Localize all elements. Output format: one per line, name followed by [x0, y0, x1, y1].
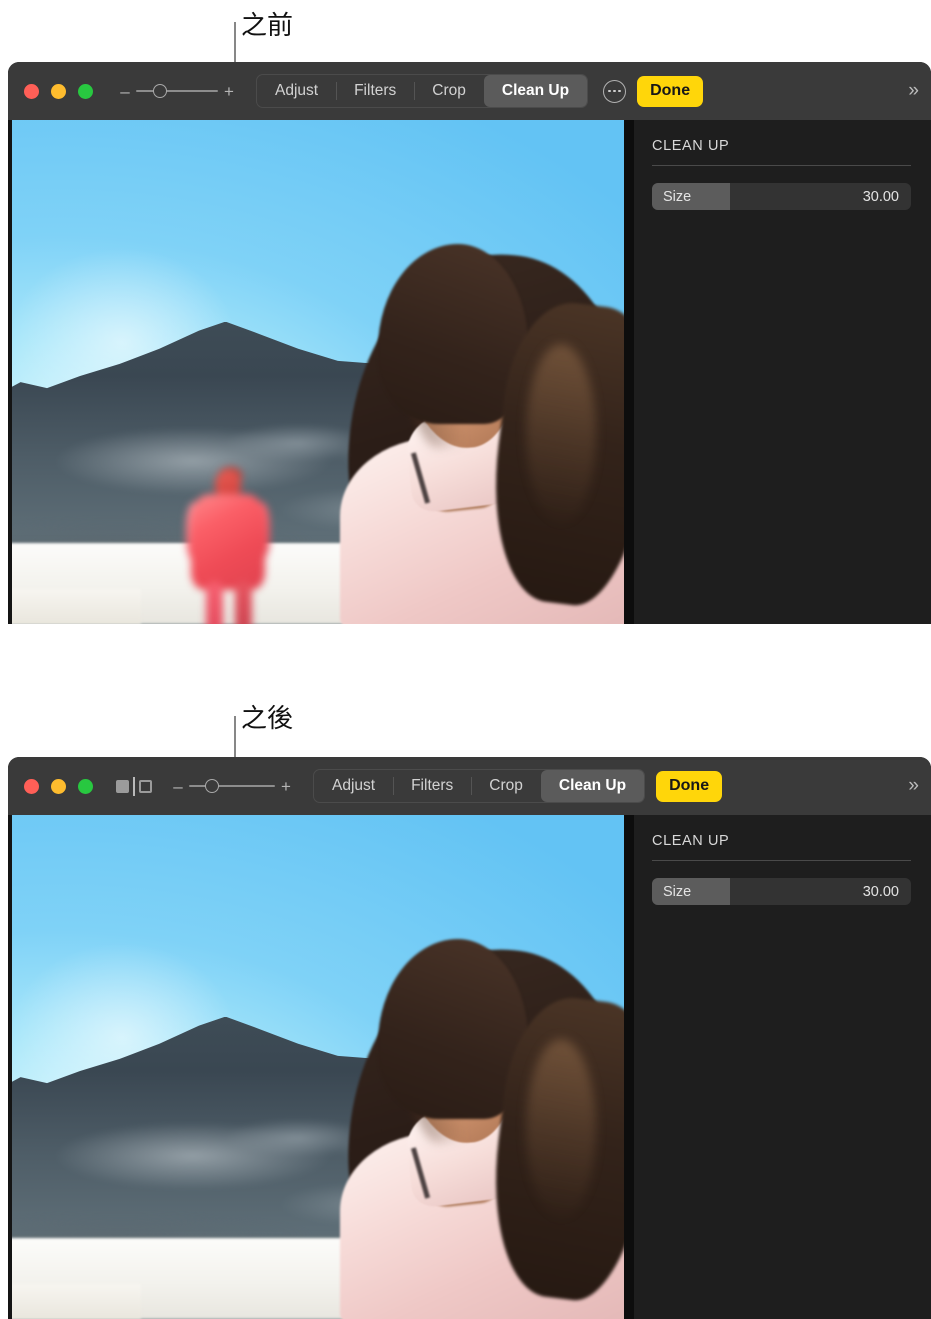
tab-crop[interactable]: Crop [414, 75, 484, 107]
photo-canvas-after[interactable] [8, 815, 624, 1319]
tab-filters[interactable]: Filters [336, 75, 414, 107]
zoom-slider-bar [136, 90, 218, 92]
close-button[interactable] [24, 778, 39, 794]
minimize-button[interactable] [51, 778, 66, 794]
stone-block-left [12, 588, 141, 624]
portrait-subject [330, 244, 624, 624]
callout-label-before: 之前 [241, 11, 294, 41]
canvas-sidebar-divider [624, 815, 634, 1319]
zoom-slider-knob[interactable] [205, 779, 219, 793]
zoom-in-label[interactable]: + [223, 83, 235, 100]
zoom-slider-before[interactable]: – + [119, 83, 235, 100]
zoom-out-label[interactable]: – [172, 778, 184, 795]
tab-adjust[interactable]: Adjust [314, 770, 393, 802]
window-toolbar-after: – + Adjust Filters Crop Clean Up Done » [8, 757, 931, 815]
ellipsis-dot [613, 89, 616, 93]
photo-canvas-before[interactable] [8, 120, 624, 624]
distraction-body [191, 494, 265, 590]
tab-clean-up[interactable]: Clean Up [483, 75, 588, 107]
traffic-lights-after [24, 778, 93, 794]
photos-editor-window-before: – + Adjust Filters Crop Clean Up Done » … [8, 62, 931, 624]
stone-block-left [12, 1283, 141, 1319]
zoom-out-label[interactable]: – [119, 83, 131, 100]
size-slider-label: Size [663, 188, 692, 205]
window-body-after: CLEAN UP Size 30.00 [8, 815, 931, 1319]
done-button[interactable]: Done [656, 770, 723, 802]
zoom-in-label[interactable]: + [280, 778, 292, 795]
distraction-leg-left [206, 582, 223, 624]
sidebar-divider [652, 165, 911, 166]
minimize-button[interactable] [51, 83, 66, 99]
canvas-sidebar-divider [624, 120, 634, 624]
portrait-subject [330, 939, 624, 1319]
edit-mode-tabs-after: Adjust Filters Crop Clean Up [313, 769, 646, 803]
subject-hair-highlight [526, 1039, 596, 1219]
zoom-slider-after[interactable]: – + [172, 778, 292, 795]
zoom-slider-knob[interactable] [153, 84, 167, 98]
tab-clean-up[interactable]: Clean Up [540, 770, 645, 802]
compare-split-icon[interactable] [116, 776, 152, 796]
zoom-slider-track[interactable] [136, 83, 218, 99]
ellipsis-dot [618, 89, 621, 93]
photos-editor-window-after: – + Adjust Filters Crop Clean Up Done » [8, 757, 931, 1319]
size-slider-row[interactable]: Size 30.00 [652, 878, 911, 905]
tab-filters[interactable]: Filters [393, 770, 471, 802]
maximize-button[interactable] [78, 83, 93, 99]
size-slider-value: 30.00 [862, 188, 899, 205]
ellipsis-dot [608, 89, 611, 93]
sidebar-section-title: CLEAN UP [652, 833, 730, 849]
zoom-slider-bar [189, 785, 275, 787]
distraction-leg-right [235, 582, 252, 624]
size-slider-label: Size [663, 883, 692, 900]
window-toolbar-before: – + Adjust Filters Crop Clean Up Done » [8, 62, 931, 120]
size-slider-fill[interactable]: Size [652, 183, 730, 210]
chevron-double-right-icon[interactable]: » [908, 775, 918, 797]
done-button[interactable]: Done [637, 75, 704, 107]
window-body-before: CLEAN UP Size 30.00 [8, 120, 931, 624]
traffic-lights-before [24, 83, 93, 99]
background-person-distraction [186, 465, 270, 624]
maximize-button[interactable] [78, 778, 93, 794]
compare-square-filled [116, 779, 129, 793]
sidebar-section-title: CLEAN UP [652, 138, 730, 154]
screenshot-stage: 之前 – + Adjust Filters Crop Clean Up Done… [0, 0, 931, 1319]
close-button[interactable] [24, 83, 39, 99]
sidebar-divider [652, 860, 911, 861]
callout-label-after: 之後 [241, 704, 294, 734]
size-slider-row[interactable]: Size 30.00 [652, 183, 911, 210]
size-slider-fill[interactable]: Size [652, 878, 730, 905]
compare-square-outline [139, 779, 152, 793]
edit-mode-tabs-before: Adjust Filters Crop Clean Up [256, 74, 589, 108]
chevron-double-right-icon[interactable]: » [908, 80, 918, 102]
clean-up-sidebar-before: CLEAN UP Size 30.00 [634, 120, 931, 624]
zoom-slider-track[interactable] [189, 778, 275, 794]
tab-crop[interactable]: Crop [471, 770, 541, 802]
size-slider-value: 30.00 [862, 883, 899, 900]
tab-adjust[interactable]: Adjust [257, 75, 336, 107]
subject-hair-highlight [526, 344, 596, 524]
clean-up-sidebar-after: CLEAN UP Size 30.00 [634, 815, 931, 1319]
ellipsis-circle-icon[interactable] [603, 79, 627, 103]
compare-divider [133, 776, 135, 796]
